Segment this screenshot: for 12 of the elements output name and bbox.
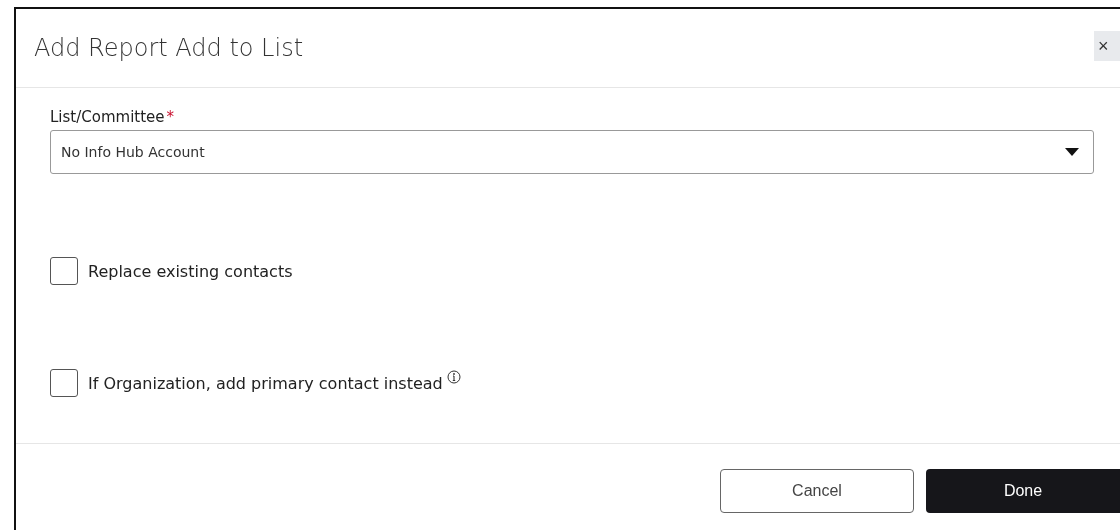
list-dropdown[interactable]: No Info Hub Account	[50, 130, 1094, 174]
field-label: List/Committee*	[50, 108, 176, 126]
done-button[interactable]: Done	[926, 469, 1120, 513]
checkbox-label: If Organization, add primary contact instead	[88, 373, 443, 393]
dialog-title: Add Report Add to List	[34, 34, 304, 62]
checkbox[interactable]	[50, 257, 78, 285]
close-button[interactable]: ×	[1094, 31, 1120, 61]
info-icon	[446, 370, 461, 384]
checkbox[interactable]	[50, 369, 78, 397]
checkbox-label: Replace existing contacts	[88, 261, 293, 281]
caret-icon	[1065, 148, 1079, 156]
cancel-button[interactable]: Cancel	[720, 469, 914, 513]
